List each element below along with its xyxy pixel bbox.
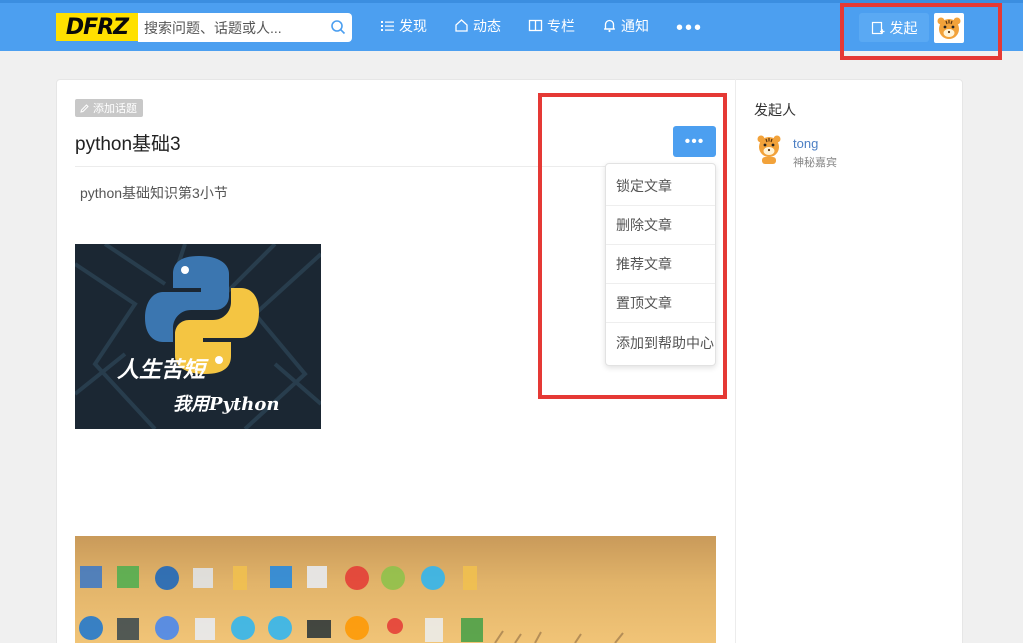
banner-text-line1: 人生苦短 bbox=[117, 357, 206, 383]
nav-notifications-label: 通知 bbox=[621, 17, 649, 34]
add-topic-button[interactable]: 添加话题 bbox=[75, 99, 143, 117]
article-description: python基础知识第3小节 bbox=[80, 185, 228, 201]
desktop-screenshot-image bbox=[75, 536, 716, 643]
title-divider bbox=[75, 166, 605, 167]
starter-name-link[interactable]: tong bbox=[793, 136, 818, 151]
search-input[interactable] bbox=[144, 19, 324, 36]
search-icon[interactable] bbox=[330, 19, 346, 35]
starter-description: 神秘嘉宾 bbox=[793, 157, 837, 169]
bell-icon bbox=[604, 19, 615, 33]
columns-icon bbox=[528, 19, 543, 32]
add-topic-label: 添加话题 bbox=[93, 103, 137, 115]
nav-column[interactable]: 专栏 bbox=[528, 0, 575, 51]
nav-more-button[interactable]: ••• bbox=[676, 17, 703, 40]
nav-activity[interactable]: 动态 bbox=[454, 0, 501, 51]
annotation-box-menu bbox=[538, 93, 727, 399]
card-divider bbox=[735, 79, 736, 643]
nav-discover[interactable]: 发现 bbox=[380, 0, 427, 51]
nav-activity-label: 动态 bbox=[473, 17, 501, 34]
annotation-box-header bbox=[840, 3, 1002, 60]
sidebar-title: 发起人 bbox=[754, 102, 796, 118]
search-box[interactable] bbox=[138, 13, 352, 42]
article-title: python基础3 bbox=[75, 134, 181, 155]
python-banner-image: 人生苦短 我用Python bbox=[75, 244, 321, 429]
nav-column-label: 专栏 bbox=[547, 17, 575, 34]
list-icon bbox=[381, 21, 394, 31]
desktop-icons-graphic bbox=[79, 566, 624, 643]
banner-text-line2: 我用Python bbox=[173, 394, 280, 415]
nav-discover-label: 发现 bbox=[399, 17, 427, 34]
logo-text: DFRZ bbox=[65, 14, 129, 40]
tiger-avatar-icon bbox=[757, 135, 781, 164]
pencil-icon bbox=[80, 103, 89, 113]
starter-avatar[interactable] bbox=[754, 131, 784, 165]
home-icon bbox=[455, 19, 468, 32]
nav-notifications[interactable]: 通知 bbox=[602, 0, 649, 51]
site-logo[interactable]: DFRZ bbox=[56, 13, 138, 41]
